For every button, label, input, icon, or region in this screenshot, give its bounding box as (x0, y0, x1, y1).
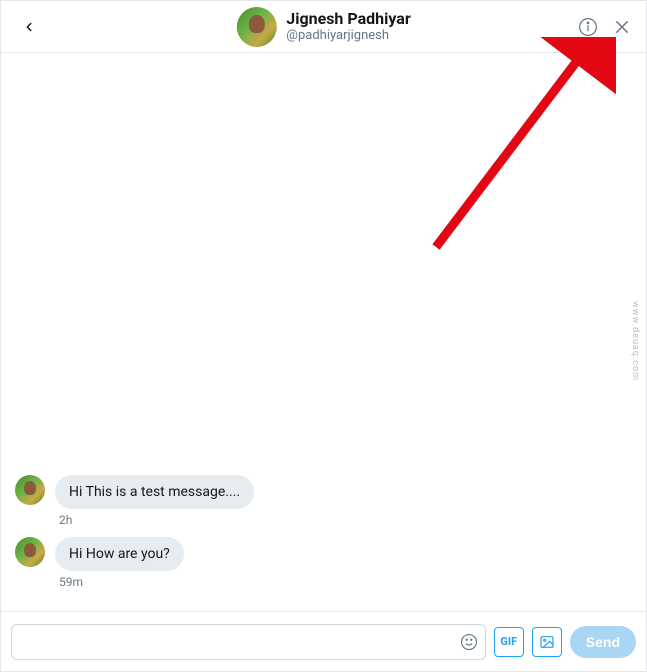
chevron-left-icon (22, 20, 36, 34)
user-info: Jignesh Padhiyar @padhiyarjignesh (286, 9, 410, 44)
close-icon (613, 18, 631, 36)
dm-header: Jignesh Padhiyar @padhiyarjignesh (1, 1, 646, 53)
photo-button[interactable] (532, 627, 562, 657)
annotation-arrow (426, 37, 616, 257)
avatar (236, 7, 276, 47)
send-button[interactable]: Send (570, 626, 636, 658)
smile-icon (460, 633, 478, 651)
back-button[interactable] (13, 11, 45, 43)
image-icon (539, 634, 555, 650)
info-button[interactable] (576, 15, 600, 39)
gif-label: GIF (500, 635, 517, 648)
avatar[interactable] (15, 475, 45, 505)
info-icon (578, 17, 598, 37)
message-row: Hi This is a test message.... 2h (15, 475, 632, 527)
message-timestamp: 59m (59, 575, 184, 589)
close-button[interactable] (610, 15, 634, 39)
message-timestamp: 2h (59, 513, 254, 527)
avatar[interactable] (15, 537, 45, 567)
message-content: Hi How are you? 59m (55, 537, 184, 589)
compose-input-wrap (11, 624, 486, 660)
message-list: Hi This is a test message.... 2h Hi How … (1, 465, 646, 601)
message-bubble[interactable]: Hi This is a test message.... (55, 475, 254, 509)
user-handle: @padhiyarjignesh (286, 28, 410, 44)
emoji-button[interactable] (460, 633, 478, 651)
message-row: Hi How are you? 59m (15, 537, 632, 589)
header-user-block[interactable]: Jignesh Padhiyar @padhiyarjignesh (236, 7, 410, 47)
message-input[interactable] (11, 624, 486, 660)
message-content: Hi This is a test message.... 2h (55, 475, 254, 527)
gif-button[interactable]: GIF (494, 627, 524, 657)
user-name: Jignesh Padhiyar (286, 9, 410, 28)
message-bubble[interactable]: Hi How are you? (55, 537, 184, 571)
send-label: Send (586, 634, 620, 650)
message-composer: GIF Send (1, 611, 646, 671)
header-actions (576, 15, 634, 39)
watermark: www.deuaq.com (630, 301, 640, 381)
